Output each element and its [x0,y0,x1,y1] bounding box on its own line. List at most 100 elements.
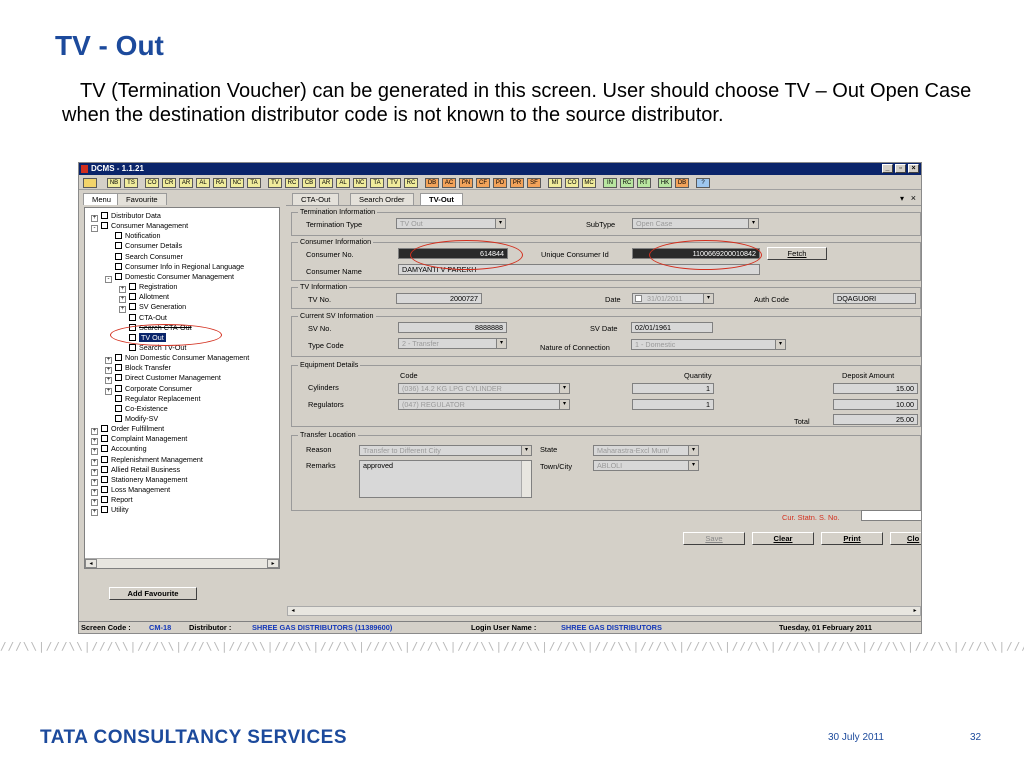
tree-item[interactable]: Consumer Info in Regional Language [105,262,244,272]
tab-menu[interactable]: Menu [83,193,120,205]
tree-item[interactable]: Regulator Replacement [105,394,201,404]
tree-item[interactable]: + Utility [91,505,129,517]
tree-item[interactable]: Modify-SV [105,414,158,424]
termination-type-select[interactable]: TV Out ▾ [396,218,506,229]
folder-icon [129,313,136,321]
collapse-icon[interactable]: - [91,225,98,233]
folder-icon [129,283,136,291]
sv-date-field[interactable]: 02/01/1961 [631,322,713,333]
nature-of-connection-select[interactable]: 1 - Domestic ▾ [631,339,786,350]
toolbar-button-al[interactable]: AL [336,178,350,188]
toolbar-button-?[interactable]: ? [696,178,710,188]
toolbar-button-db[interactable]: DB [425,178,439,188]
collapse-icon[interactable]: - [105,275,112,283]
remarks-scrollbar[interactable] [521,461,531,497]
toolbar-button-co[interactable]: CO [145,178,159,188]
subtype-select[interactable]: Open Case ▾ [632,218,759,229]
slide-intro-text: TV (Termination Voucher) can be generate… [62,80,972,126]
toolbar-button-nb[interactable]: NB [107,178,121,188]
tab-tv-out[interactable]: TV-Out [420,193,463,205]
cylinder-quantity-field[interactable]: 1 [632,383,714,394]
tab-cta-out[interactable]: CTA-Out [292,193,340,205]
tab-close-icon[interactable]: × [911,193,916,203]
scroll-left-icon[interactable]: ◂ [288,607,298,615]
state-select[interactable]: Maharastra-Excl Mum/ ▾ [593,445,699,456]
toolbar-button-db[interactable]: DB [675,178,689,188]
tree-item[interactable]: CTA-Out [119,313,167,323]
scroll-right-icon[interactable]: ▸ [910,607,920,615]
toolbar-button-hk[interactable]: HK [658,178,672,188]
maximize-icon[interactable]: ▫ [895,164,906,173]
cylinders-label: Cylinders [308,383,339,392]
toolbar-button-ac[interactable]: AC [442,178,456,188]
print-button[interactable]: Print [821,532,883,545]
toolbar-button-ra[interactable]: RA [213,178,227,188]
toolbar-button-ta[interactable]: TA [247,178,261,188]
toolbar-button-ta[interactable]: TA [370,178,384,188]
toolbar-button-cr[interactable]: CR [162,178,176,188]
regulator-quantity-field[interactable]: 1 [632,399,714,410]
tree-item-label: Replenishment Management [111,454,203,464]
toolbar-button-pr[interactable]: PR [510,178,524,188]
open-folder-icon[interactable] [83,178,97,188]
toolbar-button-sf[interactable]: SF [527,178,541,188]
toolbar-button-pn[interactable]: PN [459,178,473,188]
cylinder-deposit-field[interactable]: 15.00 [833,383,918,394]
toolbar-button-cf[interactable]: CF [476,178,490,188]
minimize-icon[interactable]: _ [882,164,893,173]
tab-favourite[interactable]: Favourite [117,193,167,205]
toolbar-button-rc[interactable]: RC [285,178,299,188]
fetch-button[interactable]: Fetch [767,247,827,260]
scroll-right-icon[interactable]: ▸ [267,559,279,568]
toolbar-button-co[interactable]: CO [565,178,579,188]
toolbar-button-rc[interactable]: RC [404,178,418,188]
toolbar-button-ar[interactable]: AR [319,178,333,188]
toolbar-button-rt[interactable]: RT [637,178,651,188]
date-checkbox[interactable] [635,295,642,302]
close-icon[interactable]: × [908,164,919,173]
reason-select[interactable]: Transfer to Different City ▾ [359,445,532,456]
toolbar-button-nc[interactable]: NC [353,178,367,188]
tv-date-field[interactable]: 31/01/2011 ▾ [632,293,714,304]
tree-item[interactable]: Co-Existence [105,404,168,414]
close-button[interactable]: Clo [890,532,921,545]
regulator-code-select[interactable]: (047) REGULATOR ▾ [398,399,570,410]
toolbar-button-mc[interactable]: MC [582,178,596,188]
toolbar-button-tv[interactable]: TV [268,178,282,188]
toolbar-button-tv[interactable]: TV [387,178,401,188]
toolbar-button-pd[interactable]: PD [493,178,507,188]
auth-code-field[interactable]: DQAGUORI [833,293,916,304]
cur-statn-field[interactable] [861,510,921,521]
total-field[interactable]: 25.00 [833,414,918,425]
tv-no-field[interactable]: 2000727 [396,293,482,304]
tree-hscrollbar[interactable]: ◂ ▸ [85,558,279,568]
scroll-left-icon[interactable]: ◂ [85,559,97,568]
save-button[interactable]: Save [683,532,745,545]
toolbar-button-nc[interactable]: NC [230,178,244,188]
tree-item-label: Consumer Details [125,241,183,251]
remarks-textarea[interactable]: approved [359,460,532,498]
tree-item[interactable]: Notification [105,231,161,241]
tree-item[interactable]: Search Consumer [105,252,183,262]
tab-search-order[interactable]: Search Order [350,193,414,205]
add-favourite-button[interactable]: Add Favourite [109,587,197,600]
toolbar-button-ts[interactable]: TS [124,178,138,188]
tab-list-chevron-icon[interactable]: ▾ [900,194,904,203]
clear-button[interactable]: Clear [752,532,814,545]
folder-icon [115,252,122,260]
main-hscrollbar[interactable]: ◂ ▸ [287,606,921,616]
toolbar-button-in[interactable]: IN [603,178,617,188]
regulator-deposit-field[interactable]: 10.00 [833,399,918,410]
unique-consumer-id-label: Unique Consumer Id [541,250,609,259]
toolbar-button-rc[interactable]: RC [620,178,634,188]
tree-item[interactable]: Consumer Details [105,241,182,251]
toolbar-button-mi[interactable]: MI [548,178,562,188]
sv-no-field[interactable]: 8888888 [398,322,507,333]
toolbar-button-cb[interactable]: CB [302,178,316,188]
toolbar-button-al[interactable]: AL [196,178,210,188]
cylinder-code-select[interactable]: (036) 14.2 KG LPG CYLINDER ▾ [398,383,570,394]
town-city-select[interactable]: ABLOLI ▾ [593,460,699,471]
type-code-select[interactable]: 2 - Transfer ▾ [398,338,507,349]
toolbar-button-ar[interactable]: AR [179,178,193,188]
expand-icon[interactable]: + [91,509,98,517]
